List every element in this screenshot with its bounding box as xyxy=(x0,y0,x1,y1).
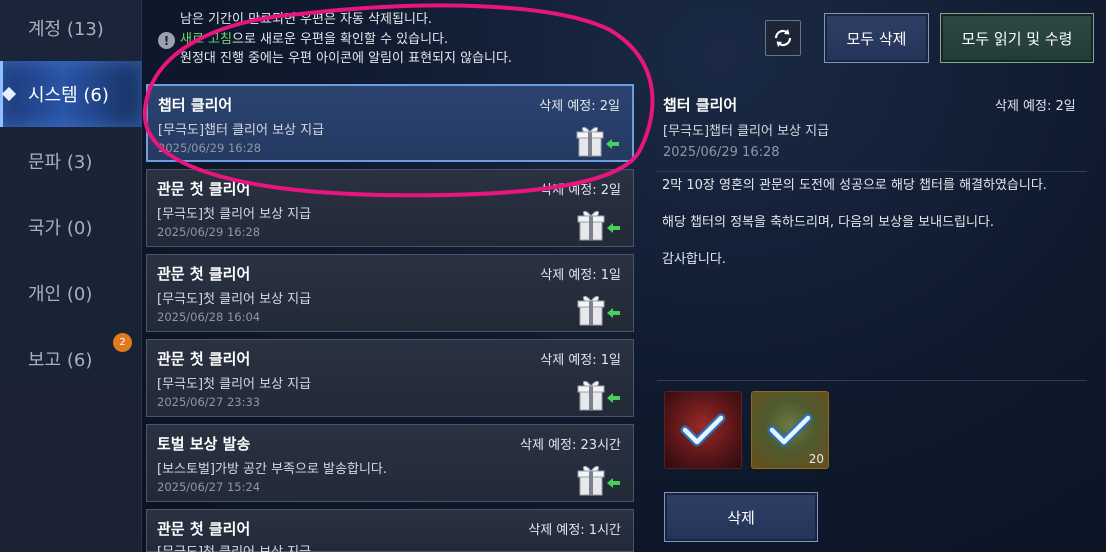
mail-title: 관문 첫 클리어 xyxy=(157,520,251,538)
info-icon: ! xyxy=(158,32,175,49)
mail-expire: 삭제 예정: 23시간 xyxy=(520,438,621,453)
reward-count: 20 xyxy=(808,452,824,466)
mail-date: 2025/06/29 16:28 xyxy=(158,141,262,155)
refresh-icon xyxy=(774,29,792,47)
refresh-highlight: 새로 고침 xyxy=(180,31,232,47)
mail-expire: 삭제 예정: 1일 xyxy=(540,268,621,283)
mail-subtitle: [무극도]첫 클리어 보상 지급 xyxy=(157,541,311,552)
mail-list-item[interactable]: 챕터 클리어 삭제 예정: 2일 [무극도]챕터 클리어 보상 지급 2025/… xyxy=(146,84,634,162)
check-icon xyxy=(680,413,726,447)
sidebar-item-label: 문파 (3) xyxy=(28,152,93,173)
gift-icon xyxy=(577,465,620,496)
gift-icon xyxy=(577,210,620,241)
mail-subtitle: [무극도]챕터 클리어 보상 지급 xyxy=(158,123,325,138)
mail-expire: 삭제 예정: 2일 xyxy=(540,183,621,198)
read-all-receive-button[interactable]: 모두 읽기 및 수령 xyxy=(940,13,1094,63)
detail-title: 챕터 클리어 xyxy=(663,96,738,114)
mail-subtitle: [무극도]첫 클리어 보상 지급 xyxy=(157,377,312,392)
sidebar-item-personal[interactable]: 개인 (0) xyxy=(0,260,142,326)
gift-icon xyxy=(576,126,619,157)
mail-list-item[interactable]: 토벌 보상 발송 삭제 예정: 23시간 [보스토벌]가방 공간 부족으로 발송… xyxy=(146,424,634,502)
sidebar-item-label: 보고 (6) xyxy=(28,350,93,371)
reward-item-slot[interactable] xyxy=(664,391,742,469)
sidebar-item-account[interactable]: 계정 (13) xyxy=(0,0,142,61)
mail-title: 챕터 클리어 xyxy=(158,96,233,114)
mail-list-item[interactable]: 관문 첫 클리어 삭제 예정: 2일 [무극도]첫 클리어 보상 지급 2025… xyxy=(146,169,634,247)
mail-date: 2025/06/27 15:24 xyxy=(157,480,261,494)
active-diamond-icon xyxy=(1,86,17,102)
mail-category-sidebar: 계정 (13) 시스템 (6) 문파 (3) 국가 (0) 개인 (0) 보고 … xyxy=(0,0,142,552)
divider xyxy=(657,380,1087,381)
delete-button[interactable]: 삭제 xyxy=(664,492,818,542)
mail-title: 관문 첫 클리어 xyxy=(157,180,251,198)
detail-date: 2025/06/29 16:28 xyxy=(663,145,780,160)
mail-subtitle: [무극도]첫 클리어 보상 지급 xyxy=(157,207,312,222)
mail-main-panel: ! 남은 기간이 만료되면 우편은 자동 삭제됩니다. 새로 고침으로 새로운 … xyxy=(142,0,1106,552)
notice-line-rest: 으로 새로운 우편을 확인할 수 있습니다. xyxy=(231,31,449,47)
sidebar-item-guild[interactable]: 문파 (3) xyxy=(0,128,142,194)
detail-subtitle: [무극도]챕터 클리어 보상 지급 xyxy=(663,124,830,139)
notice-line: 남은 기간이 만료되면 우편은 자동 삭제됩니다. xyxy=(180,12,433,27)
detail-expire: 삭제 예정: 2일 xyxy=(995,99,1076,114)
mail-list-item[interactable]: 관문 첫 클리어 삭제 예정: 1시간 [무극도]첫 클리어 보상 지급 xyxy=(146,509,634,552)
mail-expire: 삭제 예정: 1시간 xyxy=(528,523,621,538)
sidebar-item-label: 국가 (0) xyxy=(28,218,93,239)
mail-list-item[interactable]: 관문 첫 클리어 삭제 예정: 1일 [무극도]첫 클리어 보상 지급 2025… xyxy=(146,254,634,332)
divider xyxy=(657,171,1087,172)
sidebar-item-label: 개인 (0) xyxy=(28,284,93,305)
notice-text: 남은 기간이 만료되면 우편은 자동 삭제됩니다. 새로 고침으로 새로운 우편… xyxy=(180,10,512,69)
mail-title: 관문 첫 클리어 xyxy=(157,350,251,368)
mail-date: 2025/06/29 16:28 xyxy=(157,225,261,239)
sidebar-item-nation[interactable]: 국가 (0) xyxy=(0,194,142,260)
mail-title: 토벌 보상 발송 xyxy=(157,435,251,453)
mail-expire: 삭제 예정: 2일 xyxy=(539,99,620,114)
refresh-button[interactable] xyxy=(765,20,801,56)
notice-line: 원정대 진행 중에는 우편 아이콘에 알림이 표현되지 않습니다. xyxy=(180,51,513,66)
mail-expire: 삭제 예정: 1일 xyxy=(540,353,621,368)
body-paragraph: 해당 챕터의 정복을 축하드리며, 다음의 보상을 보내드립니다. xyxy=(662,215,995,230)
gift-icon xyxy=(577,380,620,411)
body-paragraph: 감사합니다. xyxy=(662,252,726,267)
sidebar-item-label: 시스템 (6) xyxy=(28,85,109,106)
notice-line: 새로 고침으로 새로운 우편을 확인할 수 있습니다. xyxy=(180,30,512,50)
mail-date: 2025/06/28 16:04 xyxy=(157,310,261,324)
mail-list-item[interactable]: 관문 첫 클리어 삭제 예정: 1일 [무극도]첫 클리어 보상 지급 2025… xyxy=(146,339,634,417)
mail-subtitle: [무극도]첫 클리어 보상 지급 xyxy=(157,292,312,307)
mail-date: 2025/06/27 23:33 xyxy=(157,395,261,409)
mail-subtitle: [보스토벌]가방 공간 부족으로 발송합니다. xyxy=(157,462,387,477)
body-paragraph: 2막 10장 영혼의 관문의 도전에 성공으로 해당 챕터를 해결하였습니다. xyxy=(662,178,1047,193)
notification-badge: 2 xyxy=(113,333,132,352)
sidebar-item-label: 계정 (13) xyxy=(28,19,104,40)
gift-icon xyxy=(577,295,620,326)
mail-title: 관문 첫 클리어 xyxy=(157,265,251,283)
sidebar-item-system[interactable]: 시스템 (6) xyxy=(0,61,142,127)
check-icon xyxy=(767,413,813,447)
detail-body: 2막 10장 영혼의 관문의 도전에 성공으로 해당 챕터를 해결하였습니다. … xyxy=(662,176,1082,287)
delete-all-button[interactable]: 모두 삭제 xyxy=(824,13,929,63)
reward-item-slot[interactable]: 20 xyxy=(751,391,829,469)
